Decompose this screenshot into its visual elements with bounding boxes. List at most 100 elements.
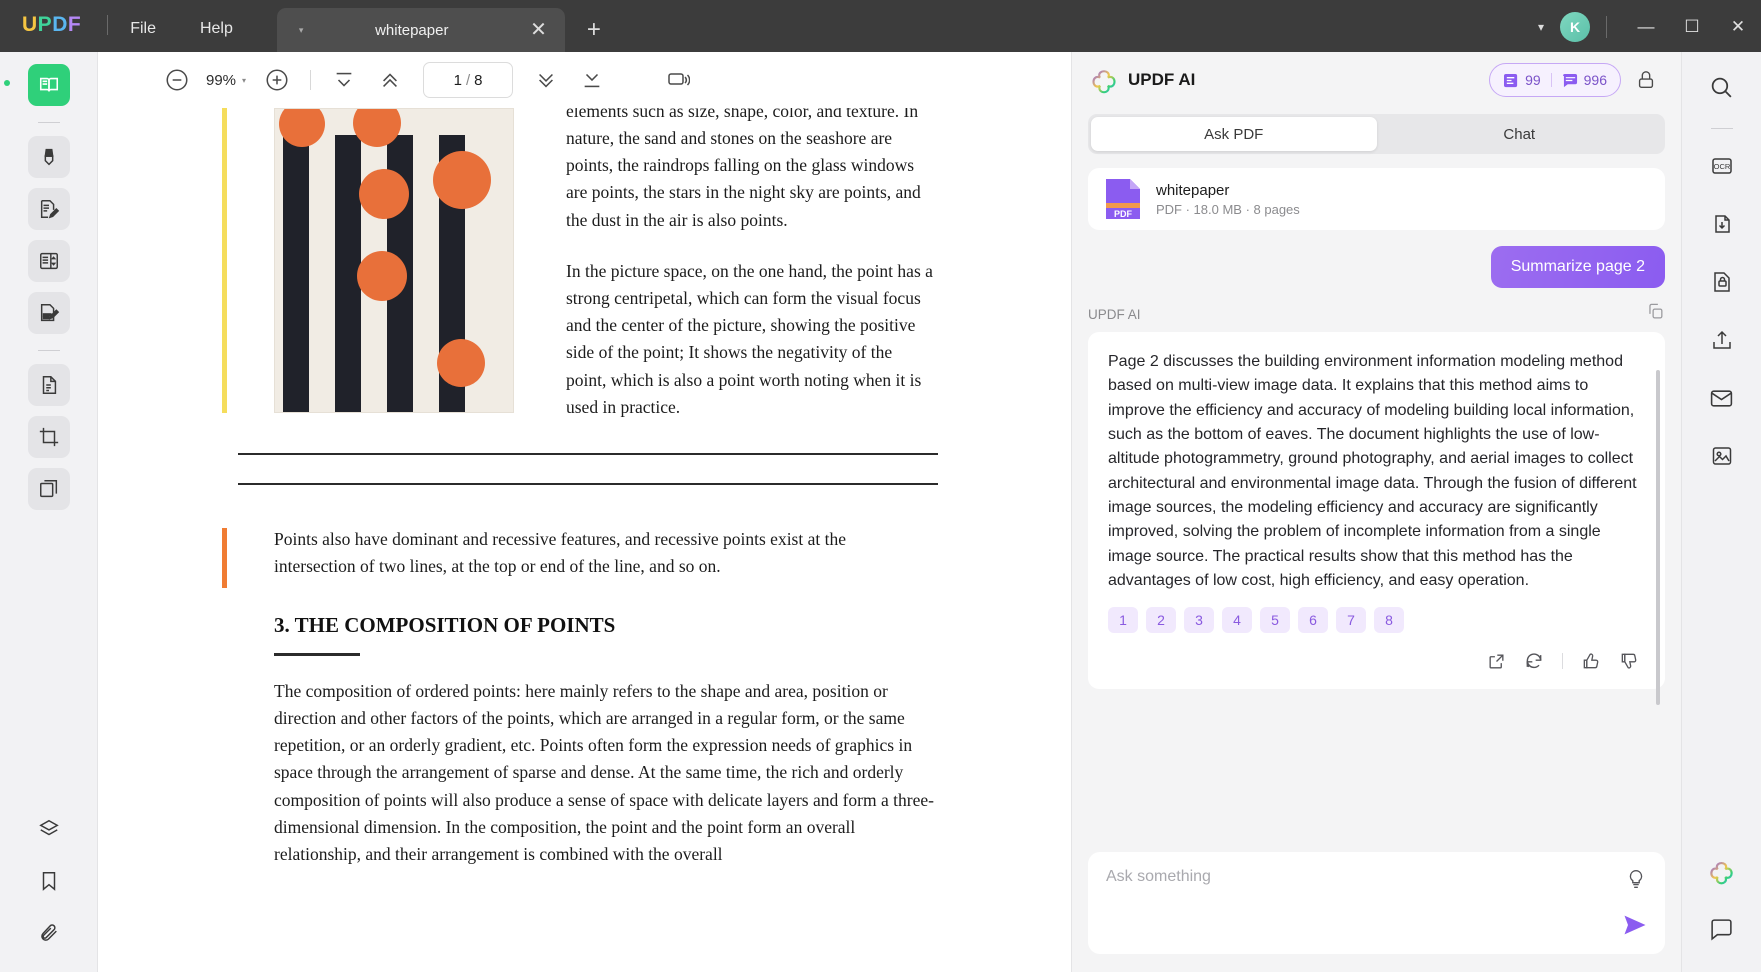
attached-file-card[interactable]: PDF whitepaper PDF · 18.0 MB · 8 pages bbox=[1088, 168, 1665, 230]
sidebar-organize-pages[interactable] bbox=[28, 240, 70, 282]
ai-conversation-scroll[interactable]: PDF whitepaper PDF · 18.0 MB · 8 pages S… bbox=[1072, 154, 1681, 846]
export-response-button[interactable] bbox=[1480, 647, 1512, 675]
sidebar-attachment[interactable] bbox=[28, 912, 70, 954]
zoom-in-button[interactable] bbox=[260, 63, 294, 97]
copy-response-button[interactable] bbox=[1646, 302, 1665, 326]
credits-badge[interactable]: 99 996 bbox=[1489, 63, 1621, 97]
protect-document-icon bbox=[1710, 270, 1734, 294]
pdf-page-area[interactable]: elements such as size, shape, color, and… bbox=[98, 108, 1071, 972]
file-name: whitepaper bbox=[1156, 182, 1300, 199]
save-image-icon bbox=[1710, 444, 1734, 468]
menu-file[interactable]: File bbox=[108, 20, 178, 38]
page-chip[interactable]: 6 bbox=[1298, 607, 1328, 633]
regenerate-response-button[interactable] bbox=[1518, 647, 1550, 675]
left-tool-rail bbox=[0, 52, 98, 972]
page-number-input[interactable]: 1 / 8 bbox=[423, 62, 513, 98]
page-chip[interactable]: 3 bbox=[1184, 607, 1214, 633]
thumbs-up-icon bbox=[1581, 651, 1601, 671]
paragraph-2: In the picture space, on the one hand, t… bbox=[566, 258, 936, 421]
document-tab-whitepaper[interactable]: ▾ whitepaper ✕ bbox=[277, 8, 565, 52]
paragraph-1: elements such as size, shape, color, and… bbox=[566, 108, 936, 234]
lightbulb-icon bbox=[1625, 868, 1647, 890]
sidebar-batch[interactable] bbox=[28, 468, 70, 510]
page-chip[interactable]: 7 bbox=[1336, 607, 1366, 633]
lock-icon bbox=[1635, 69, 1657, 91]
page-total: 8 bbox=[474, 72, 482, 89]
heading-underline bbox=[274, 653, 360, 656]
figure-image bbox=[274, 108, 514, 413]
external-link-icon bbox=[1487, 652, 1506, 671]
next-page-button[interactable] bbox=[529, 63, 563, 97]
new-tab-button[interactable]: + bbox=[587, 18, 601, 42]
zoom-out-button[interactable] bbox=[160, 63, 194, 97]
minimize-button[interactable]: — bbox=[1623, 17, 1669, 37]
pdf-file-icon: PDF bbox=[1104, 177, 1142, 221]
send-message-button[interactable] bbox=[1621, 911, 1649, 944]
updf-app-window: U P D F File Help ▾ whitepaper ✕ + ▾ K —… bbox=[0, 0, 1761, 972]
paragraph-3: Points also have dominant and recessive … bbox=[274, 526, 914, 580]
sidebar-annotate[interactable] bbox=[28, 292, 70, 334]
orange-marker bbox=[222, 528, 227, 588]
tab-close-icon[interactable]: ✕ bbox=[530, 20, 547, 40]
search-tool[interactable] bbox=[1701, 66, 1743, 108]
svg-text:OCR: OCR bbox=[1713, 162, 1730, 171]
ai-assistant-tool[interactable] bbox=[1701, 850, 1743, 892]
ask-input-box[interactable]: Ask something bbox=[1088, 852, 1665, 954]
print-lock-button[interactable] bbox=[1629, 69, 1663, 91]
page-chip[interactable]: 8 bbox=[1374, 607, 1404, 633]
sidebar-crop[interactable] bbox=[28, 416, 70, 458]
crop-icon bbox=[38, 426, 60, 448]
page-chip[interactable]: 2 bbox=[1146, 607, 1176, 633]
page-chip[interactable]: 1 bbox=[1108, 607, 1138, 633]
viewer-toolbar: 99% ▾ bbox=[98, 52, 1071, 108]
first-page-button[interactable] bbox=[327, 63, 361, 97]
response-scrollbar[interactable] bbox=[1656, 370, 1660, 705]
presentation-icon bbox=[666, 68, 690, 92]
menu-help[interactable]: Help bbox=[178, 20, 255, 38]
save-as-tool[interactable] bbox=[1701, 435, 1743, 477]
batch-pages-icon bbox=[38, 478, 60, 500]
previous-page-button[interactable] bbox=[373, 63, 407, 97]
prompt-ideas-button[interactable] bbox=[1625, 868, 1647, 895]
support-chat-icon bbox=[1709, 917, 1734, 942]
email-tool[interactable] bbox=[1701, 377, 1743, 419]
logo-letter-d: D bbox=[52, 13, 68, 37]
sidebar-bookmark[interactable] bbox=[28, 860, 70, 902]
updf-ai-panel: UPDF AI 99 996 bbox=[1071, 52, 1681, 972]
tab-ask-pdf[interactable]: Ask PDF bbox=[1091, 117, 1377, 151]
chevron-down-icon[interactable]: ▾ bbox=[1522, 20, 1560, 34]
avatar[interactable]: K bbox=[1560, 12, 1590, 42]
mail-icon bbox=[1709, 386, 1734, 411]
sidebar-highlighter[interactable] bbox=[28, 136, 70, 178]
thumbs-up-button[interactable] bbox=[1575, 647, 1607, 675]
sidebar-layers[interactable] bbox=[28, 808, 70, 850]
actions-divider bbox=[1562, 653, 1563, 669]
ocr-tool[interactable]: OCR bbox=[1701, 145, 1743, 187]
last-page-button[interactable] bbox=[575, 63, 609, 97]
page-chip[interactable]: 5 bbox=[1260, 607, 1290, 633]
attachment-icon bbox=[38, 922, 60, 944]
sidebar-convert[interactable] bbox=[28, 364, 70, 406]
zoom-dropdown-caret-icon[interactable]: ▾ bbox=[242, 76, 246, 85]
logo-letter-u: U bbox=[22, 13, 38, 37]
presentation-button[interactable] bbox=[661, 63, 695, 97]
right-tool-rail: OCR bbox=[1681, 52, 1761, 972]
protect-tool[interactable] bbox=[1701, 261, 1743, 303]
sidebar-reader[interactable] bbox=[28, 64, 70, 106]
thumbs-down-button[interactable] bbox=[1613, 647, 1645, 675]
file-meta: PDF · 18.0 MB · 8 pages bbox=[1156, 202, 1300, 217]
compress-tool[interactable] bbox=[1701, 203, 1743, 245]
zoom-level-value[interactable]: 99% bbox=[206, 72, 236, 89]
page-chip[interactable]: 4 bbox=[1222, 607, 1252, 633]
close-window-button[interactable]: ✕ bbox=[1715, 17, 1761, 37]
ask-input-placeholder[interactable]: Ask something bbox=[1106, 868, 1647, 886]
tab-chat[interactable]: Chat bbox=[1377, 117, 1663, 151]
edit-document-icon bbox=[38, 198, 60, 220]
support-chat-tool[interactable] bbox=[1701, 908, 1743, 950]
share-tool[interactable] bbox=[1701, 319, 1743, 361]
zoom-in-icon bbox=[264, 67, 290, 93]
logo-letter-f: F bbox=[68, 13, 81, 37]
maximize-button[interactable]: ☐ bbox=[1669, 17, 1715, 37]
document-credit-icon bbox=[1503, 73, 1520, 88]
sidebar-edit-pdf[interactable] bbox=[28, 188, 70, 230]
